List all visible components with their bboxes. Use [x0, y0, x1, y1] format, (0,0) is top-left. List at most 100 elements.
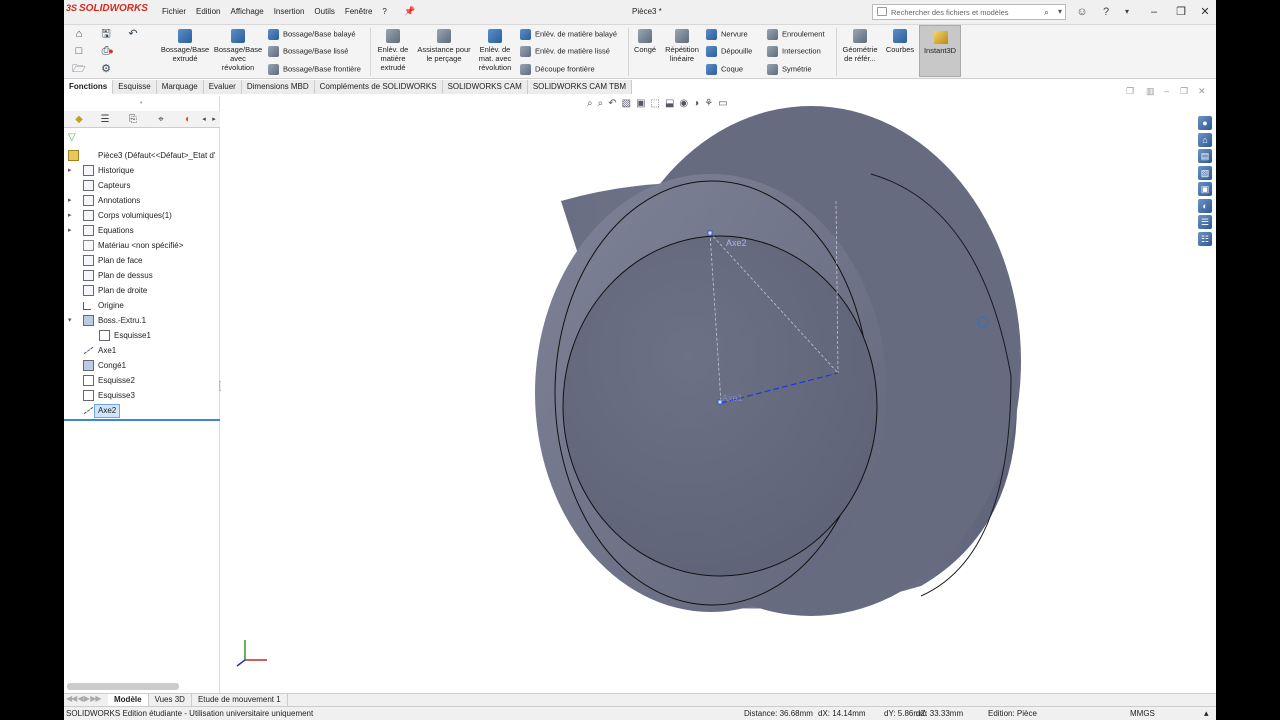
nervure-button[interactable]: Nervure [706, 29, 748, 40]
courbes-button[interactable]: Courbes [882, 29, 918, 54]
status-dropdown-icon[interactable]: ▴ [1204, 707, 1209, 720]
forum-icon[interactable]: ☰ [1198, 215, 1212, 229]
menu-fenetre[interactable]: Fenêtre [345, 7, 373, 16]
menu-fichier[interactable]: Fichier [162, 7, 186, 16]
custom-properties-icon[interactable]: ◐ [1198, 198, 1212, 213]
property-manager-tab-icon[interactable]: ☰ [98, 113, 112, 126]
tab-vues-3d[interactable]: Vues 3D [149, 694, 192, 706]
assistance-percage-button[interactable]: Assistance pour le perçage [414, 29, 474, 63]
tree-item-axe1[interactable]: Axe1 [64, 343, 220, 358]
tab-fonctions[interactable]: Fonctions [64, 80, 114, 94]
bossage-balaye-button[interactable]: Bossage/Base balayé [268, 29, 356, 40]
view-palette-icon[interactable]: ▨ [1198, 165, 1212, 180]
design-library-icon[interactable]: ⌂ [1198, 132, 1212, 147]
menu-edition[interactable]: Edition [196, 7, 220, 16]
repetition-lineaire-button[interactable]: Répétition linéaire [660, 29, 704, 63]
tree-item-equations[interactable]: ▸ Equations [64, 223, 220, 238]
search-icon[interactable]: ⌕ [1044, 7, 1049, 18]
feature-tree-tab-icon[interactable]: ◆ [72, 113, 86, 126]
undo-icon[interactable]: ↶ [126, 27, 140, 41]
tree-item-origine[interactable]: Origine [64, 298, 220, 313]
tab-esquisse[interactable]: Esquisse [113, 80, 157, 94]
rebuild-icon[interactable]: ● [104, 44, 118, 58]
depouille-button[interactable]: Dépouille [706, 46, 752, 57]
sketch-point-handle[interactable] [707, 230, 713, 236]
graphics-area[interactable]: ⌕ ⌕ ↶ ▧ ▣ ⬚ ⬓ ◉ ◑ ⚘ ▭ Axe2 Axe1 ● ⌂ ▤ ▨ … [221, 96, 1216, 693]
user-icon[interactable]: ☺ [1075, 5, 1089, 19]
new-document-icon[interactable]: □ [72, 44, 86, 58]
minimize-button[interactable]: – [1147, 5, 1161, 19]
open-folder-icon[interactable]: 🗁 [72, 62, 86, 76]
tab-dimensions-mbd[interactable]: Dimensions MBD [241, 80, 315, 94]
enlev-extrude-button[interactable]: Enlèv. de matière extrudé [372, 29, 414, 72]
help-icon[interactable]: ? [1099, 5, 1113, 19]
tree-item-capteurs[interactable]: Capteurs [64, 178, 220, 193]
save-icon[interactable]: 🖫 [99, 27, 113, 41]
tree-item-boss-extru1[interactable]: ▾ Boss.-Extru.1 [64, 313, 220, 328]
tab-evaluer[interactable]: Evaluer [203, 80, 242, 94]
tab-solidworks-cam-tbm[interactable]: SOLIDWORKS CAM TBM [527, 80, 633, 94]
pin-icon[interactable]: 📌 [404, 6, 415, 17]
menu-outils[interactable]: Outils [314, 7, 334, 16]
tab-etude-mouvement[interactable]: Etude de mouvement 1 [192, 694, 288, 706]
enroulement-button[interactable]: Enroulement [767, 29, 825, 40]
dimxpert-tab-icon[interactable]: ⌖ [154, 113, 168, 126]
tree-item-plan-de-dessus[interactable]: Plan de dessus [64, 268, 220, 283]
expand-arrow-icon[interactable]: ▸ [68, 193, 72, 208]
status-units[interactable]: MMGS [1130, 707, 1155, 720]
bossage-extrude-button[interactable]: Bossage/Base extrudé [160, 29, 210, 63]
tree-root-part[interactable]: Pièce3 (Défaut<<Défaut>_Etat d' [64, 148, 220, 163]
enlev-lisse-button[interactable]: Enlèv. de matière lissé [520, 46, 610, 57]
close-button[interactable]: ✕ [1198, 5, 1212, 19]
tab-complements[interactable]: Compléments de SOLIDWORKS [314, 80, 443, 94]
restore-button[interactable]: ❐ [1174, 5, 1188, 19]
axe2-label[interactable]: Axe2 [726, 238, 747, 248]
expand-arrow-icon[interactable]: ▸ [68, 223, 72, 238]
tab-scroll-right-icon[interactable]: ▸ [207, 113, 221, 126]
enlev-balaye-button[interactable]: Enlèv. de matière balayé [520, 29, 617, 40]
menu-help[interactable]: ? [382, 7, 386, 16]
solidworks-logo[interactable]: 3S SOLIDWORKS [66, 3, 148, 14]
bossage-revolution-button[interactable]: Bossage/Base avec révolution [213, 29, 263, 72]
expand-arrow-icon[interactable]: ▸ [68, 163, 72, 178]
tree-item-esquisse3[interactable]: Esquisse3 [64, 388, 220, 403]
menu-insertion[interactable]: Insertion [274, 7, 305, 16]
tree-item-axe2[interactable]: Axe2 [64, 403, 220, 418]
viewport-minimize-icon[interactable]: – [1164, 86, 1169, 96]
configuration-tab-icon[interactable]: ⎘ [126, 113, 140, 126]
solidworks-forum-icon[interactable]: ☷ [1198, 231, 1212, 246]
tree-item-esquisse1[interactable]: Esquisse1 [64, 328, 220, 343]
tree-item-historique[interactable]: ▸ Historique [64, 163, 220, 178]
search-input[interactable]: Rechercher des fichiers et modèles ⌕ ▾ [872, 4, 1066, 20]
help-dropdown-icon[interactable]: ▾ [1120, 5, 1134, 19]
enlev-revolution-button[interactable]: Enlèv. de mat. avec révolution [474, 29, 516, 72]
tab-marquage[interactable]: Marquage [156, 80, 204, 94]
collapse-arrow-icon[interactable]: ▾ [68, 313, 72, 328]
bossage-frontiere-button[interactable]: Bossage/Base frontière [268, 64, 361, 75]
symetrie-button[interactable]: Symétrie [767, 64, 812, 75]
front-face[interactable] [562, 235, 878, 577]
tree-item-plan-de-face[interactable]: Plan de face [64, 253, 220, 268]
tab-solidworks-cam[interactable]: SOLIDWORKS CAM [442, 80, 528, 94]
decoupe-frontiere-button[interactable]: Découpe frontière [520, 64, 595, 75]
tree-item-esquisse2[interactable]: Esquisse2 [64, 373, 220, 388]
expand-arrow-icon[interactable]: ▸ [68, 208, 72, 223]
tree-item-materiau[interactable]: Matériau <non spécifié> [64, 238, 220, 253]
tab-navigation-icon[interactable]: ◀◀ ◀ ▶ ▶▶ [64, 694, 108, 706]
tree-item-corps-volumiques[interactable]: ▸ Corps volumiques(1) [64, 208, 220, 223]
filter-icon[interactable]: ▽ [68, 132, 76, 143]
rollback-bar[interactable] [64, 419, 220, 421]
axe1-label[interactable]: Axe1 [722, 393, 743, 403]
home-icon[interactable]: ⌂ [72, 27, 86, 41]
bossage-lisse-button[interactable]: Bossage/Base lissé [268, 46, 348, 57]
instant3d-button[interactable]: Instant3D [919, 25, 961, 77]
model-3d-view[interactable]: Axe2 Axe1 [221, 96, 1216, 693]
tree-item-conge1[interactable]: Congé1 [64, 358, 220, 373]
options-gear-icon[interactable]: ⚙ [99, 62, 113, 76]
coque-button[interactable]: Coque [706, 64, 743, 75]
solidworks-resources-icon[interactable]: ● [1198, 116, 1212, 130]
tab-modele[interactable]: Modèle [108, 694, 149, 706]
horizontal-scrollbar[interactable] [67, 683, 179, 690]
conge-button[interactable]: Congé [630, 29, 660, 54]
tree-item-plan-de-droite[interactable]: Plan de droite [64, 283, 220, 298]
